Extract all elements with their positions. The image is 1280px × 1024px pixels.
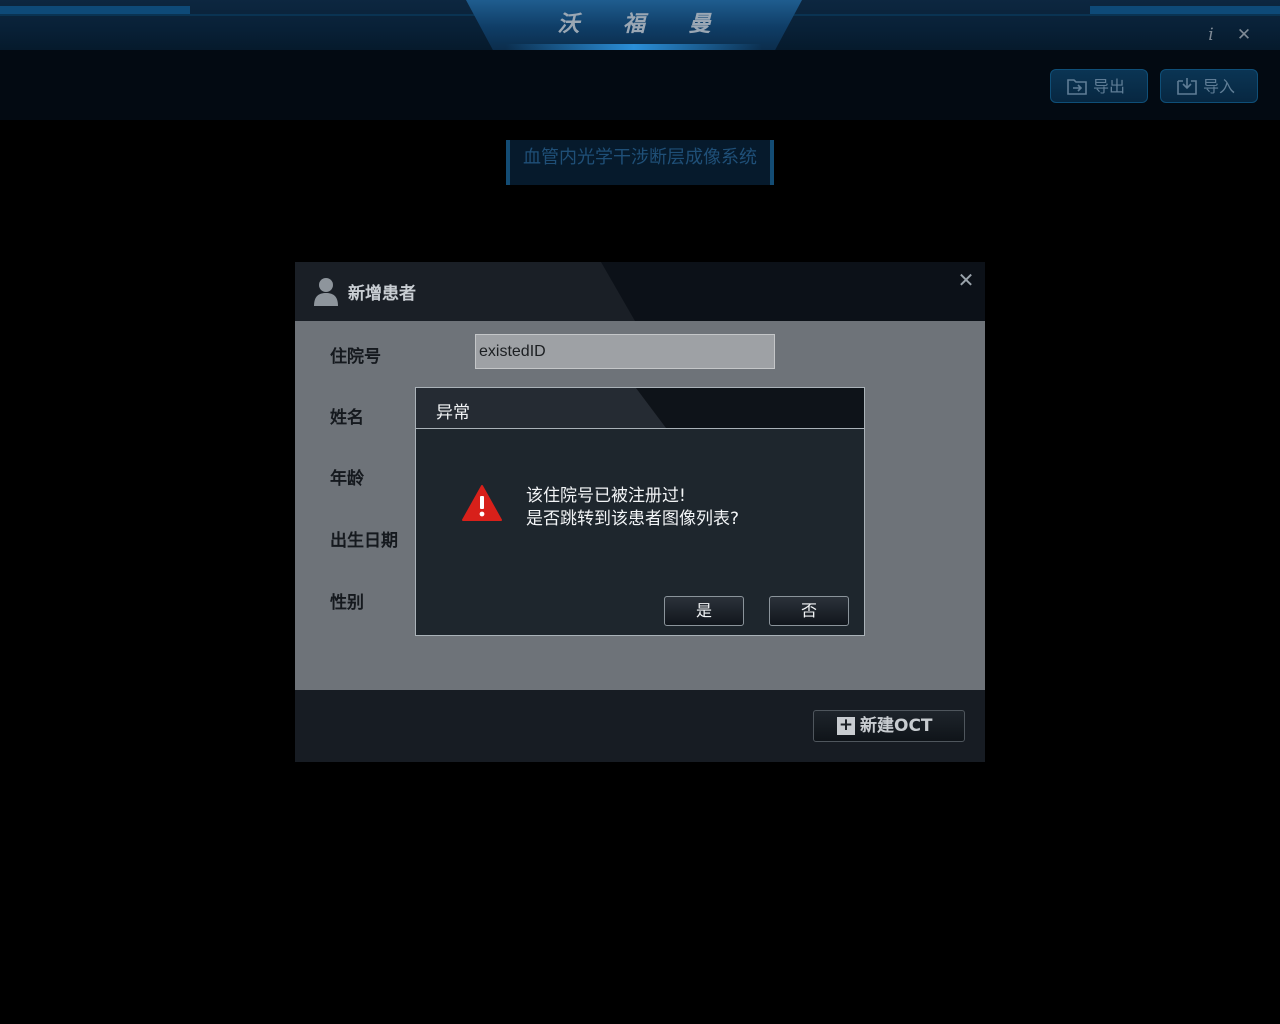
warning-icon [462, 485, 502, 521]
header-tab [295, 262, 635, 321]
sex-label: 性别 [330, 593, 364, 613]
new-patient-dialog-title: 新增患者 [348, 284, 416, 304]
info-icon[interactable]: i [1200, 24, 1222, 46]
title-bar-decoration-left [0, 6, 190, 14]
age-label: 年龄 [330, 469, 364, 489]
new-patient-dialog-header: 新增患者 ✕ [295, 262, 985, 321]
error-dialog-header: 异常 [416, 388, 864, 429]
toolbar: 导出 导入 [0, 50, 1280, 120]
user-icon [314, 278, 338, 306]
new-oct-label: 新建OCT [860, 716, 933, 736]
status-area [0, 930, 1280, 1024]
error-message-line1: 该住院号已被注册过! [526, 486, 686, 506]
plus-icon: + [837, 715, 855, 735]
name-label: 姓名 [330, 408, 364, 428]
no-button[interactable]: 否 [769, 596, 849, 626]
import-button[interactable]: 导入 [1160, 69, 1258, 103]
import-icon [1177, 78, 1197, 95]
yes-button[interactable]: 是 [664, 596, 744, 626]
title-bar: 沃 福 曼 i ✕ [0, 0, 1280, 50]
import-label: 导入 [1203, 77, 1236, 96]
app-title: 沃 福 曼 [557, 12, 729, 37]
folder-export-icon [1067, 79, 1087, 95]
hospital-id-label: 住院号 [330, 347, 381, 367]
error-dialog-title: 异常 [436, 403, 470, 423]
error-dialog: 异常 该住院号已被注册过! 是否跳转到该患者图像列表? 是 否 [415, 387, 865, 636]
app-window: 沃 福 曼 i ✕ 导出 导入 血管内光学干涉断层成像系统 新增患者 ✕ 住院号… [0, 0, 1280, 1024]
hospital-id-input[interactable] [475, 334, 775, 369]
new-patient-dialog-footer: + 新建OCT [295, 690, 985, 762]
export-button[interactable]: 导出 [1050, 69, 1148, 103]
close-icon[interactable]: ✕ [955, 269, 977, 291]
error-message-line2: 是否跳转到该患者图像列表? [526, 509, 740, 529]
system-subtitle: 血管内光学干涉断层成像系统 [506, 140, 774, 185]
title-bar-decoration-right [1090, 6, 1280, 14]
export-label: 导出 [1093, 77, 1126, 96]
new-oct-button[interactable]: + 新建OCT [813, 710, 965, 742]
close-icon[interactable]: ✕ [1233, 24, 1255, 46]
birth-date-label: 出生日期 [330, 531, 398, 551]
